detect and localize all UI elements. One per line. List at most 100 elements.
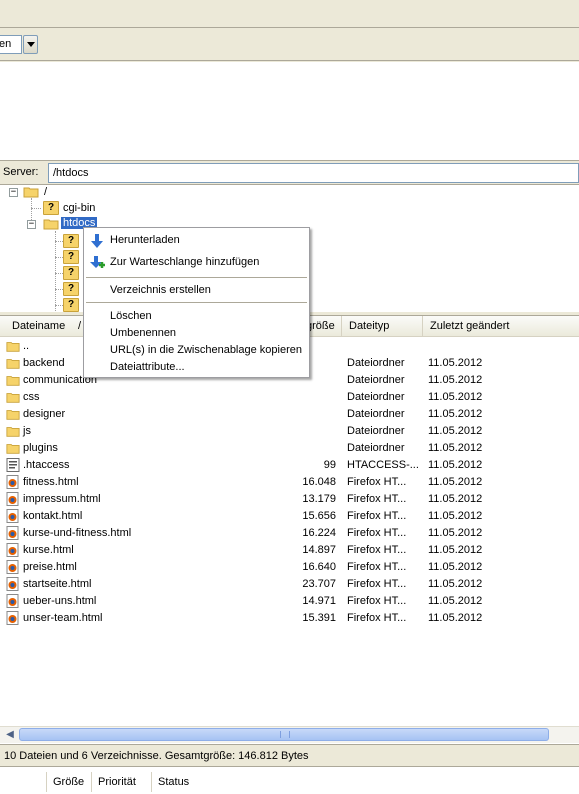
queue-column-size[interactable]: Größe (46, 772, 91, 792)
file-type: Firefox HT... (347, 544, 407, 556)
file-type: Firefox HT... (347, 476, 407, 488)
file-modified: 11.05.2012 (428, 476, 483, 488)
folder-open-icon (23, 187, 39, 198)
file-name: .htaccess (23, 459, 70, 471)
file-modified: 11.05.2012 (428, 391, 483, 403)
file-modified: 11.05.2012 (428, 510, 483, 522)
scroll-left-icon[interactable]: ◀ (3, 727, 17, 742)
chevron-down-icon[interactable] (23, 35, 38, 54)
message-log (0, 62, 579, 161)
file-type: Dateiordner (347, 357, 405, 369)
file-name: unser-team.html (23, 612, 103, 624)
table-row[interactable]: unser-team.html 15.391 Firefox HT... 11.05.… (0, 610, 579, 627)
table-row[interactable]: startseite.html 23.707 Firefox HT... 11.05.… (0, 576, 579, 593)
queue-column-status[interactable]: Status (151, 772, 221, 792)
menu-item-delete[interactable]: Löschen (110, 310, 152, 326)
file-size: 16.224 (302, 527, 336, 539)
queue-column-priority[interactable]: Priorität (91, 772, 151, 792)
file-size: 14.897 (302, 544, 336, 556)
file-type: Firefox HT... (347, 510, 407, 522)
file-name: backend (23, 357, 65, 369)
quickconnect-bar (0, 28, 579, 61)
table-row[interactable]: ueber-uns.html 14.971 Firefox HT... 11.05.2… (0, 593, 579, 610)
file-name: kontakt.html (23, 510, 83, 522)
file-name: designer (23, 408, 66, 420)
menu-separator (86, 277, 307, 278)
file-type: Dateiordner (347, 391, 405, 403)
add-to-queue-icon (90, 256, 105, 268)
file-type: Firefox HT... (347, 578, 407, 590)
file-size: 99 (323, 459, 336, 471)
column-modified[interactable]: Zuletzt geändert (424, 316, 579, 337)
quickconnect-combo-value: en (0, 38, 12, 50)
menu-item-add-to-queue[interactable]: Zur Warteschlange hinzufügen (110, 256, 259, 272)
file-size: 15.391 (302, 612, 336, 624)
file-name: css (23, 391, 40, 403)
menu-item-download[interactable]: Herunterladen (110, 234, 180, 250)
quickconnect-combo[interactable]: en (0, 35, 22, 54)
file-name: js (23, 425, 31, 437)
download-icon (91, 234, 103, 248)
directory-summary: 10 Dateien und 6 Verzeichnisse. Gesamtgr… (0, 744, 579, 765)
file-type: Firefox HT... (347, 612, 407, 624)
file-type: Dateiordner (347, 374, 405, 386)
file-modified: 11.05.2012 (428, 425, 483, 437)
file-name: .. (23, 340, 30, 352)
tree-connector (55, 241, 63, 242)
file-name: ueber-uns.html (23, 595, 97, 607)
column-filename[interactable]: Dateiname (6, 316, 74, 337)
table-row[interactable]: preise.html 16.640 Firefox HT... 11.05.2012 (0, 559, 579, 576)
file-type: Dateiordner (347, 425, 405, 437)
server-path-label: Server: (3, 166, 39, 178)
unknown-folder-icon: ? (63, 234, 79, 248)
tree-connector (55, 273, 63, 274)
table-row[interactable]: impressum.html 13.179 Firefox HT... 11.05.2… (0, 491, 579, 508)
collapse-htdocs-icon[interactable]: − (27, 220, 36, 229)
table-row[interactable]: kontakt.html 15.656 Firefox HT... 11.05.201… (0, 508, 579, 525)
file-name: kurse.html (23, 544, 74, 556)
table-row[interactable]: fitness.html 16.048 Firefox HT... 11.05.201… (0, 474, 579, 491)
file-name: startseite.html (23, 578, 92, 590)
file-modified: 11.05.2012 (428, 493, 483, 505)
file-name: impressum.html (23, 493, 101, 505)
table-row[interactable]: css Dateiordner 11.05.2012 (0, 389, 579, 406)
file-name: kurse-und-fitness.html (23, 527, 132, 539)
file-type: Firefox HT... (347, 595, 407, 607)
folder-open-icon (43, 219, 59, 230)
file-name: plugins (23, 442, 58, 454)
file-size: 13.179 (302, 493, 336, 505)
tree-connector (55, 305, 63, 306)
unknown-folder-icon: ? (63, 266, 79, 280)
table-row[interactable]: designer Dateiordner 11.05.2012 (0, 406, 579, 423)
file-type: Dateiordner (347, 442, 405, 454)
menu-item-copy-url[interactable]: URL(s) in die Zwischenablage kopieren (110, 344, 302, 360)
file-size: 23.707 (302, 578, 336, 590)
file-type: Dateiordner (347, 408, 405, 420)
file-modified: 11.05.2012 (428, 374, 483, 386)
file-size: 14.971 (302, 595, 336, 607)
file-size: 16.048 (302, 476, 336, 488)
file-size: 16.640 (302, 561, 336, 573)
tree-connector (31, 208, 41, 209)
table-row[interactable]: .htaccess 99 HTACCESS-... 11.05.2012 (0, 457, 579, 474)
column-filetype[interactable]: Dateityp (343, 316, 423, 337)
tree-item-root[interactable]: / (44, 186, 47, 198)
file-size: 15.656 (302, 510, 336, 522)
table-row[interactable]: js Dateiordner 11.05.2012 (0, 423, 579, 440)
collapse-root-icon[interactable]: − (9, 188, 18, 197)
tree-item-cgi-bin[interactable]: cgi-bin (63, 202, 95, 214)
table-row[interactable]: kurse.html 14.897 Firefox HT... 11.05.2012 (0, 542, 579, 559)
file-modified: 11.05.2012 (428, 442, 483, 454)
menu-item-rename[interactable]: Umbenennen (110, 327, 176, 343)
tree-connector (55, 257, 63, 258)
table-row[interactable]: plugins Dateiordner 11.05.2012 (0, 440, 579, 457)
server-path-input[interactable]: /htdocs (48, 163, 579, 183)
menu-item-file-attributes[interactable]: Dateiattribute... (110, 361, 185, 377)
table-row[interactable]: kurse-und-fitness.html 16.224 Firefox HT..… (0, 525, 579, 542)
file-modified: 11.05.2012 (428, 561, 483, 573)
file-modified: 11.05.2012 (428, 357, 483, 369)
unknown-folder-icon: ? (63, 282, 79, 296)
unknown-folder-icon: ? (63, 250, 79, 264)
file-modified: 11.05.2012 (428, 612, 483, 624)
menu-item-create-directory[interactable]: Verzeichnis erstellen (110, 284, 211, 300)
